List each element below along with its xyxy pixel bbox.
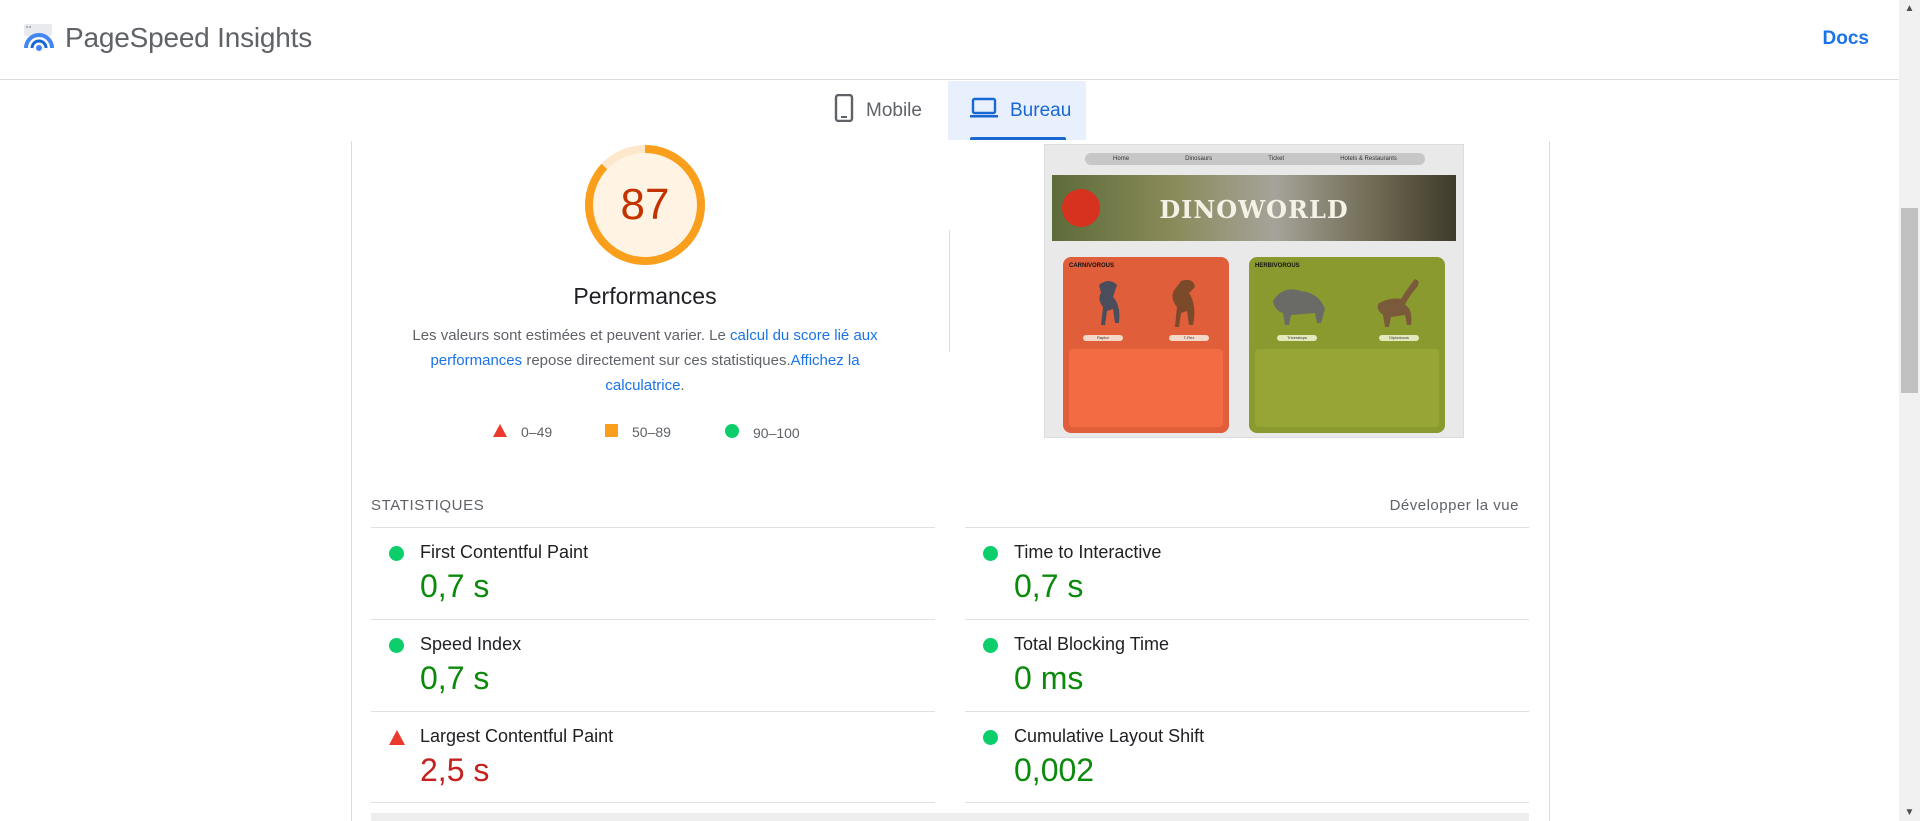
laptop-icon: [970, 97, 1010, 125]
metric-time-to-interactive: Time to Interactive 0,7 s: [965, 528, 1525, 620]
desc-text-3: .: [680, 377, 685, 394]
legend-label: 50–89: [632, 424, 671, 440]
tab-desktop[interactable]: Bureau: [948, 81, 1086, 140]
metric-name: Cumulative Layout Shift: [1014, 726, 1205, 746]
scroll-up-arrow-icon[interactable]: ▲: [1899, 0, 1920, 17]
metric-cumulative-layout-shift: Cumulative Layout Shift 0,002: [965, 712, 1525, 804]
metric-name: Largest Contentful Paint: [420, 726, 614, 746]
thumb-card-carnivorous: CARNIVOROUS Raptor T-Rex: [1063, 257, 1229, 433]
legend-label: 0–49: [521, 424, 553, 440]
thumb-banner: DINOWORLD: [1052, 175, 1456, 241]
desc-text-2: repose directement sur ces statistiques.: [522, 352, 791, 369]
metric-total-blocking-time: Total Blocking Time 0 ms: [965, 620, 1525, 712]
desc-text-1: Les valeurs sont estimées et peuvent var…: [412, 327, 731, 344]
metric-speed-index: Speed Index 0,7 s: [371, 620, 931, 712]
thumb-banner-title: DINOWORLD: [1159, 195, 1349, 224]
score-description: Les valeurs sont estimées et peuvent var…: [408, 323, 882, 398]
performance-score: 87: [620, 180, 670, 229]
metric-value: 2,5 s: [420, 752, 490, 788]
metric-value: 0,002: [1014, 752, 1095, 788]
thumb-card-title: CARNIVOROUS: [1069, 263, 1115, 269]
thumb-pill: Raptor: [1083, 335, 1123, 341]
thumb-card-herbivorous: HERBIVOROUS Triceratops Diplodocus: [1249, 257, 1445, 433]
legend-item-fail: 0–49: [493, 424, 552, 440]
performance-title: Performances: [573, 283, 717, 309]
stats-heading: STATISTIQUES: [371, 497, 485, 514]
metric-largest-contentful-paint: Largest Contentful Paint 2,5 s: [371, 712, 931, 804]
legend-item-average: 50–89: [605, 424, 671, 440]
square-icon: [605, 424, 618, 440]
legend-item-pass: 90–100: [725, 424, 800, 441]
thumb-nav-item: Ticket: [1268, 156, 1285, 162]
pass-circle-icon: [983, 546, 998, 566]
card-border-left: [351, 141, 352, 821]
thumb-card-title: HERBIVOROUS: [1255, 263, 1300, 269]
docs-link[interactable]: Docs: [1823, 28, 1869, 50]
pass-circle-icon: [983, 638, 998, 658]
next-section-bar: [371, 813, 1529, 821]
thumb-pill: Triceratops: [1277, 335, 1317, 341]
pagespeed-logo-icon[interactable]: [22, 22, 56, 54]
active-tab-indicator: [970, 137, 1066, 140]
fail-triangle-icon: [389, 730, 405, 750]
metric-name: First Contentful Paint: [420, 542, 589, 562]
expand-view-button[interactable]: Développer la vue: [1390, 497, 1519, 514]
thumb-text-block: [1255, 349, 1439, 427]
pass-circle-icon: [983, 730, 998, 750]
thumb-nav-item: Hotels & Restaurants: [1340, 156, 1397, 162]
app-title[interactable]: PageSpeed Insights: [65, 22, 312, 54]
diplodocus-icon: [1377, 279, 1419, 327]
trex-icon: [1172, 279, 1195, 327]
metric-value: 0 ms: [1014, 660, 1084, 696]
raptor-icon: [1099, 281, 1120, 325]
thumb-pill: Diplodocus: [1379, 335, 1419, 341]
metric-name: Speed Index: [420, 634, 522, 654]
scroll-down-arrow-icon[interactable]: ▼: [1899, 804, 1920, 821]
page-scrollbar[interactable]: ▲ ▼: [1899, 0, 1920, 821]
card-border-right: [1549, 141, 1550, 821]
thumb-text-block: [1069, 349, 1223, 427]
metric-value: 0,7 s: [420, 568, 490, 604]
thumb-nav-item: Home: [1113, 156, 1130, 162]
page-screenshot-thumbnail: Home Dinosaurs Ticket Hotels & Restauran…: [1044, 144, 1464, 438]
legend-label: 90–100: [753, 424, 800, 441]
tab-mobile[interactable]: Mobile: [822, 81, 948, 140]
smartphone-icon: [834, 93, 866, 128]
section-divider: [949, 230, 950, 352]
metric-first-contentful-paint: First Contentful Paint 0,7 s: [371, 528, 931, 620]
circle-icon: [725, 424, 739, 441]
pass-circle-icon: [389, 546, 404, 566]
thumb-pill: T-Rex: [1169, 335, 1209, 341]
tab-desktop-label: Bureau: [1010, 99, 1072, 121]
thumb-nav-item: Dinosaurs: [1185, 156, 1213, 162]
triceratops-icon: [1273, 289, 1325, 325]
metric-value: 0,7 s: [420, 660, 490, 696]
pass-circle-icon: [389, 638, 404, 658]
metric-value: 0,7 s: [1014, 568, 1084, 604]
scrollbar-thumb[interactable]: [1901, 208, 1918, 393]
app-header: PageSpeed Insights Docs: [0, 0, 1899, 80]
tab-mobile-label: Mobile: [866, 99, 922, 121]
metric-name: Time to Interactive: [1014, 542, 1162, 562]
triangle-icon: [493, 424, 507, 440]
thumb-nav: Home Dinosaurs Ticket Hotels & Restauran…: [1085, 153, 1425, 165]
metric-name: Total Blocking Time: [1014, 634, 1170, 654]
